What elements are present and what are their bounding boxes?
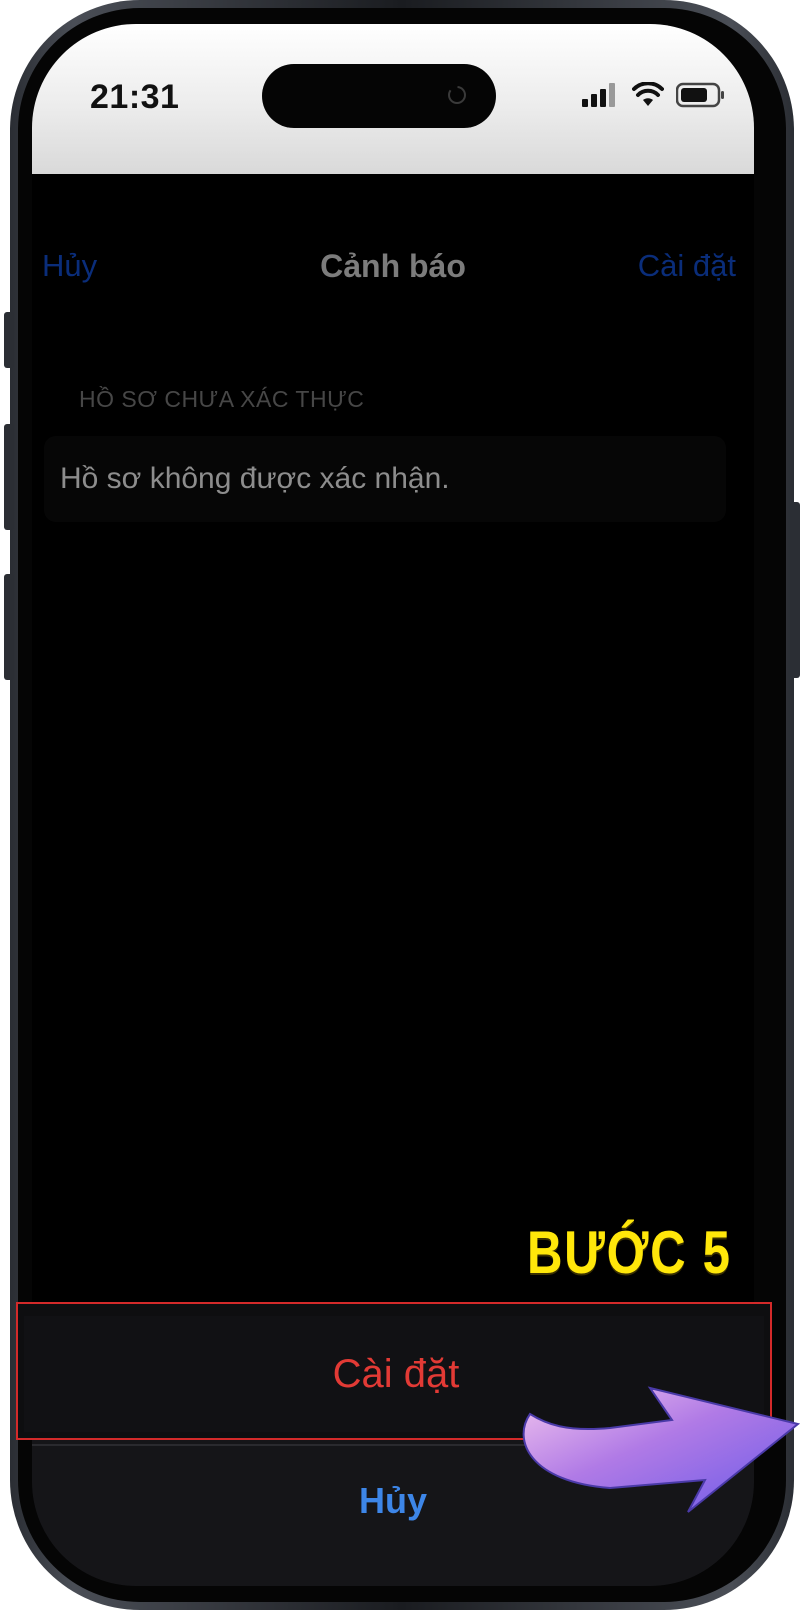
info-message: Hồ sơ không được xác nhận. [60,462,450,495]
nav-install-button[interactable]: Cài đặt [638,248,736,284]
battery-icon [676,82,724,108]
wifi-icon [632,82,664,106]
volume-down-button [4,574,14,680]
status-time: 21:31 [90,78,180,116]
info-row: Hồ sơ không được xác nhận. [44,436,726,522]
curved-arrow-icon [522,1386,800,1513]
status-icons [582,82,726,108]
camera-icon [448,86,466,104]
step-label: BƯỚC 5 [527,1219,732,1286]
dynamic-island [262,64,496,128]
power-button [790,502,800,678]
cellular-signal-icon [582,83,615,107]
action-button [4,312,14,368]
page: 21:31 Hủy Cảnh báo Cài đặt HỒ SƠ CHƯA XÁ… [0,0,812,1612]
section-header: HỒ SƠ CHƯA XÁC THỰC [79,386,365,412]
status-bar: 21:31 [32,24,754,174]
volume-up-button [4,424,14,530]
